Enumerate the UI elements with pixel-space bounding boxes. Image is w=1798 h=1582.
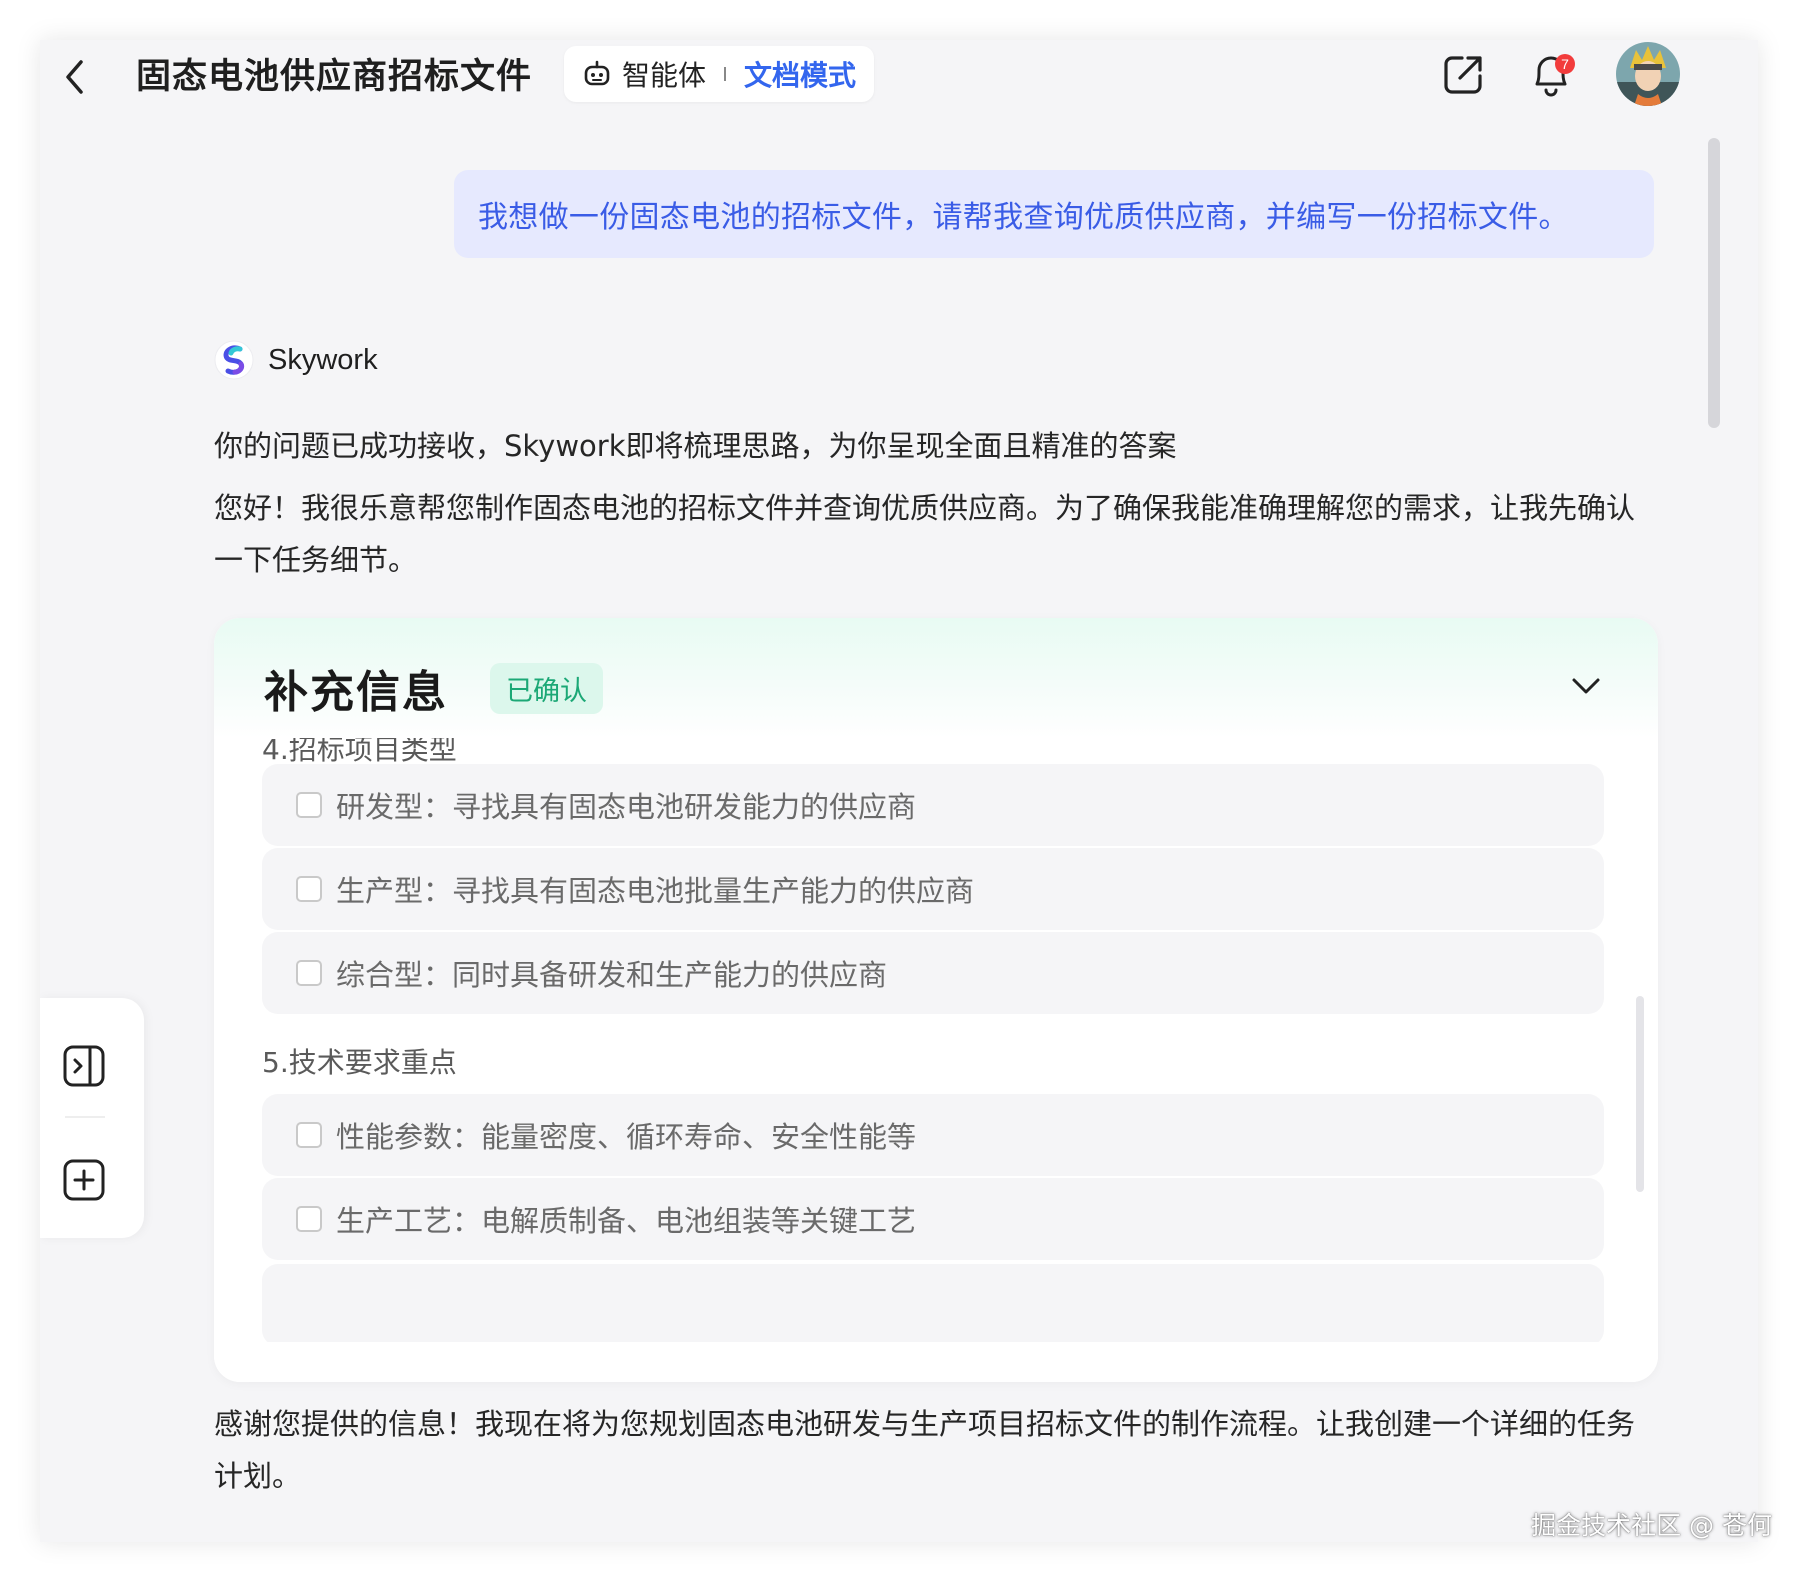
checkbox[interactable] [296, 1122, 322, 1148]
assistant-brand: Skywork [214, 340, 378, 380]
mode-switcher[interactable]: 智能体 文档模式 [564, 46, 875, 102]
checkbox[interactable] [296, 960, 322, 986]
new-chat-button[interactable] [60, 1156, 108, 1204]
expand-sidebar-button[interactable] [60, 1042, 108, 1090]
document-mode-label[interactable]: 文档模式 [744, 54, 856, 94]
plus-square-icon [63, 1159, 105, 1201]
robot-icon [584, 60, 610, 86]
option-production-process[interactable]: 生产工艺：电解质制备、电池组装等关键工艺 [262, 1178, 1604, 1260]
skywork-logo-icon [214, 340, 254, 380]
user-message-text: 我想做一份固态电池的招标文件，请帮我查询优质供应商，并编写一份招标文件。 [478, 200, 1569, 235]
option-partially-visible[interactable] [262, 1264, 1604, 1346]
option-label: 性能参数：能量密度、循环寿命、安全性能等 [336, 1120, 917, 1154]
option-label: 综合型：同时具备研发和生产能力的供应商 [336, 958, 888, 992]
supplementary-info-card: 补充信息 已确认 4.招标项目类型 研发型：寻找具有固态电池研发能力的供应商 生… [214, 618, 1658, 1382]
card-header: 补充信息 已确认 [214, 618, 1658, 738]
option-label: 研发型：寻找具有固态电池研发能力的供应商 [336, 790, 917, 824]
notifications-button[interactable]: 7 [1527, 50, 1575, 100]
user-message-bubble: 我想做一份固态电池的招标文件，请帮我查询优质供应商，并编写一份招标文件。 [454, 170, 1654, 258]
watermark-text: 掘金技术社区 @ 苍何 [1531, 1511, 1772, 1540]
mode-separator [724, 67, 727, 81]
checkbox[interactable] [296, 1206, 322, 1232]
assistant-plan-message: 感谢您提供的信息！我现在将为您规划固态电池研发与生产项目招标文件的制作流程。让我… [214, 1407, 1636, 1493]
option-production-type[interactable]: 生产型：寻找具有固态电池批量生产能力的供应商 [262, 848, 1604, 930]
chevron-down-icon [1572, 678, 1600, 694]
user-avatar[interactable] [1616, 42, 1680, 106]
option-performance-params[interactable]: 性能参数：能量密度、循环寿命、安全性能等 [262, 1094, 1604, 1176]
side-toolbar [40, 998, 144, 1238]
sidebar-expand-icon [63, 1045, 105, 1087]
status-badge: 已确认 [490, 663, 603, 714]
share-icon [1444, 56, 1482, 94]
back-button[interactable] [50, 52, 100, 102]
card-options-scroll-area[interactable]: 4.招标项目类型 研发型：寻找具有固态电池研发能力的供应商 生产型：寻找具有固态… [262, 738, 1604, 1348]
assistant-status-message: 你的问题已成功接收，Skywork即将梳理思路，为你呈现全面且精准的答案 [214, 429, 1177, 463]
avatar-image [1616, 42, 1680, 106]
option-label: 生产工艺：电解质制备、电池组装等关键工艺 [336, 1204, 917, 1238]
card-bottom-mask [214, 1342, 1658, 1382]
checkbox[interactable] [296, 876, 322, 902]
chevron-left-icon [66, 60, 83, 94]
notification-count-badge: 7 [1555, 54, 1575, 74]
option-comprehensive-type[interactable]: 综合型：同时具备研发和生产能力的供应商 [262, 932, 1604, 1014]
collapse-button[interactable] [1566, 666, 1606, 706]
assistant-name: Skywork [268, 343, 378, 376]
checkbox[interactable] [296, 792, 322, 818]
option-label: 生产型：寻找具有固态电池批量生产能力的供应商 [336, 874, 975, 908]
share-button[interactable] [1440, 50, 1488, 98]
agent-mode-label[interactable]: 智能体 [622, 54, 706, 94]
side-toolbar-divider [65, 1116, 105, 1118]
card-scrollbar[interactable] [1636, 996, 1644, 1192]
document-title: 固态电池供应商招标文件 [136, 57, 533, 97]
section-label-tech-focus: 5.技术要求重点 [262, 1046, 457, 1079]
option-rd-type[interactable]: 研发型：寻找具有固态电池研发能力的供应商 [262, 764, 1604, 846]
app-window: 固态电池供应商招标文件 智能体 文档模式 7 我想做一份固态电池的招标文件，请帮… [40, 40, 1758, 1542]
assistant-greeting-message: 您好！我很乐意帮您制作固态电池的招标文件并查询优质供应商。为了确保我能准确理解您… [214, 491, 1636, 577]
card-title: 补充信息 [264, 667, 448, 718]
main-scrollbar[interactable] [1708, 138, 1720, 428]
